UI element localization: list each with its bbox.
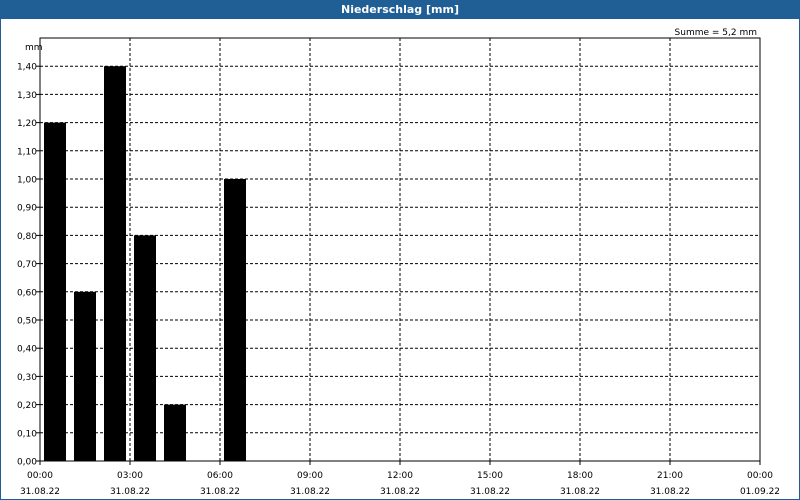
y-tick-label: 0,90 (17, 204, 37, 214)
bar (74, 291, 96, 461)
bar (44, 122, 66, 461)
y-tick-label: 1,00 (17, 176, 37, 186)
x-tick-date-label: 31.08.22 (650, 487, 690, 497)
bar (224, 179, 246, 461)
y-tick-label: 0,20 (17, 401, 37, 411)
y-tick-label: 0,40 (17, 345, 37, 355)
x-tick-date-label: 31.08.22 (200, 487, 240, 497)
y-tick-label: 0,00 (17, 458, 37, 468)
y-tick-label: 1,20 (17, 119, 37, 129)
y-tick-label: 0,30 (17, 373, 37, 383)
bar (164, 404, 186, 461)
chart-window: Niederschlag [mm] 0,00 0,10 0,20 0,30 0,40 0,… (0, 0, 800, 500)
x-tick-time-label: 03:00 (117, 471, 143, 481)
y-tick-label: 0,10 (17, 429, 37, 439)
x-tick-time-label: 21:00 (657, 471, 683, 481)
x-tick-date-label: 31.08.22 (380, 487, 420, 497)
x-tick-date-label: 31.08.22 (290, 487, 330, 497)
x-tick-time-label: 18:00 (567, 471, 593, 481)
y-axis-label: mm (25, 43, 43, 53)
y-tick-label: 1,40 (17, 63, 37, 73)
bar (134, 235, 156, 461)
x-axis-ticks: 00:00 31.08.22 03:00 31.08.22 06:00 31.08.22 0… (20, 461, 780, 497)
bar (104, 66, 126, 461)
sum-annotation: Summe = 5,2 mm (675, 28, 757, 38)
x-tick-date-label: 31.08.22 (470, 487, 510, 497)
y-tick-label: 0,60 (17, 288, 37, 298)
x-tick-date-label: 31.08.22 (20, 487, 60, 497)
x-tick-time-label: 06:00 (207, 471, 233, 481)
x-tick-date-label: 31.08.22 (560, 487, 600, 497)
y-tick-label: 1,30 (17, 91, 37, 101)
x-tick-time-label: 09:00 (297, 471, 323, 481)
x-tick-date-label: 31.08.22 (110, 487, 150, 497)
x-tick-time-label: 15:00 (477, 471, 503, 481)
x-tick-time-label: 00:00 (27, 471, 53, 481)
x-tick-date-label: 01.09.22 (740, 487, 780, 497)
x-tick-time-label: 12:00 (387, 471, 413, 481)
y-tick-label: 0,50 (17, 317, 37, 327)
y-axis-ticks: 0,00 0,10 0,20 0,30 0,40 0,50 0,60 0,70 0,80 0,90… (17, 63, 40, 468)
x-tick-time-label: 00:00 (747, 471, 773, 481)
y-tick-label: 1,10 (17, 147, 37, 157)
chart-canvas: 0,00 0,10 0,20 0,30 0,40 0,50 0,60 0,70 0,80 0,90… (17, 28, 780, 497)
y-tick-label: 0,70 (17, 260, 37, 270)
y-tick-label: 0,80 (17, 232, 37, 242)
